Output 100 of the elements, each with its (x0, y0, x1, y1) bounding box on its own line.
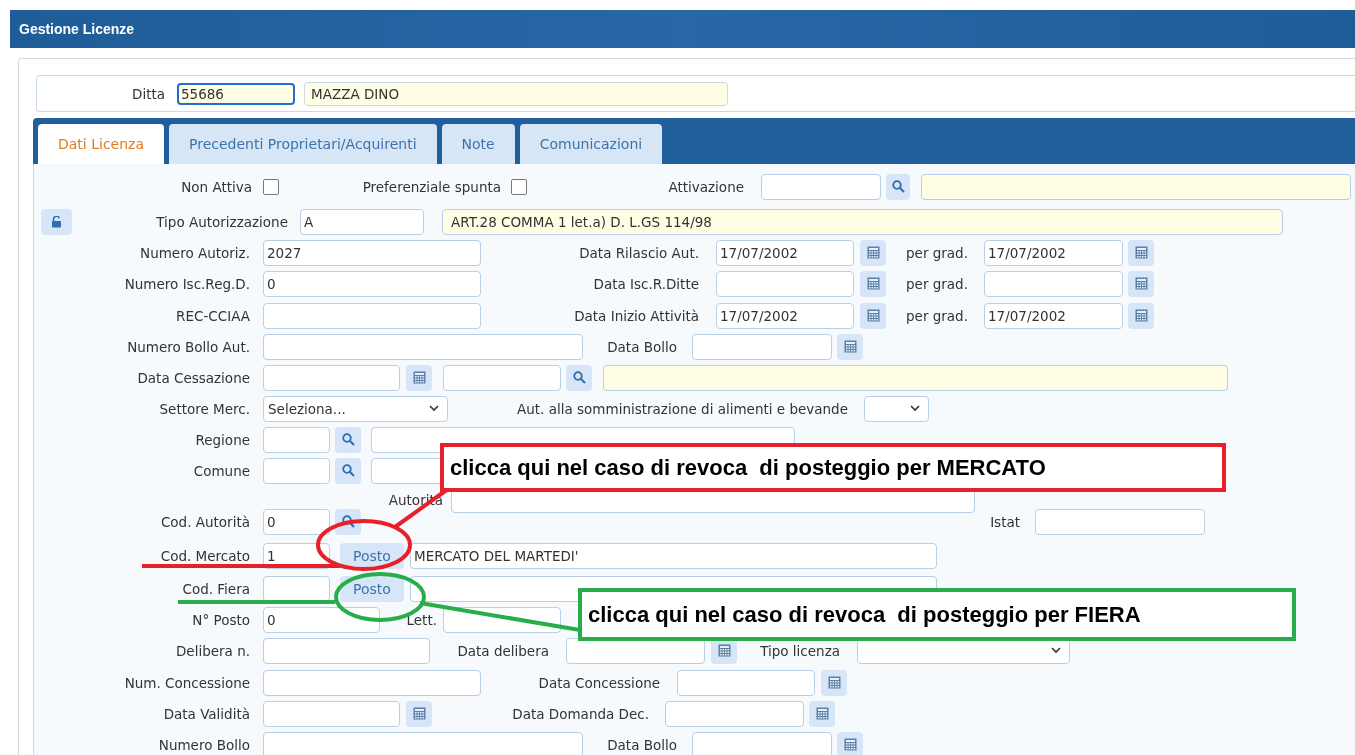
calendar-button[interactable] (406, 700, 432, 727)
field-label: Data Validità (162, 705, 250, 722)
calendar-icon (412, 371, 426, 384)
field-label: per grad. (905, 244, 968, 261)
text-field[interactable]: 17/07/2002 (984, 302, 1123, 329)
calendar-button[interactable] (1128, 302, 1154, 329)
calendar-icon (815, 707, 829, 720)
text-field[interactable] (263, 700, 400, 727)
text-field[interactable] (263, 575, 330, 602)
calendar-button[interactable] (809, 700, 835, 727)
field-label: Data Concessione (537, 674, 660, 691)
tab[interactable]: Comunicazioni (519, 124, 663, 164)
field-label: Cod. Mercato (159, 547, 250, 564)
calendar-button[interactable] (860, 302, 886, 329)
text-field[interactable] (263, 637, 430, 664)
calendar-button[interactable] (837, 731, 863, 755)
field-label: Data Domanda Dec. (511, 705, 649, 722)
field-label: Data Rilascio Aut. (578, 244, 699, 261)
field-label: Numero Bollo Aut. (126, 338, 250, 355)
field-label: Data Inizio Attività (573, 307, 699, 324)
search-button[interactable] (335, 457, 361, 484)
field-label: Tipo Autorizzazione (155, 213, 288, 230)
tab[interactable]: Precedenti Proprietari/Acquirenti (169, 124, 437, 164)
calendar-icon (843, 738, 857, 751)
search-icon (341, 433, 355, 446)
search-icon (572, 371, 586, 384)
text-field[interactable]: 17/07/2002 (716, 239, 854, 266)
lock-button[interactable] (41, 208, 72, 235)
field-label: Numero Autoriz. (139, 244, 250, 261)
window-title: Gestione Licenze (19, 21, 135, 37)
text-field[interactable] (665, 700, 804, 727)
lock-icon (51, 215, 62, 228)
text-field[interactable] (692, 731, 832, 755)
calendar-icon (843, 340, 857, 353)
text-field[interactable]: A (300, 208, 424, 235)
field-label: Delibera n. (174, 642, 250, 659)
field-label: Cod. Fiera (181, 580, 250, 597)
text-field[interactable]: 17/07/2002 (716, 302, 854, 329)
text-field[interactable]: 17/07/2002 (984, 239, 1123, 266)
text-field[interactable] (1035, 508, 1205, 535)
text-field[interactable]: 2027 (263, 239, 481, 266)
calendar-button[interactable] (1128, 239, 1154, 266)
search-icon (891, 180, 905, 193)
text-field[interactable]: MERCATO DEL MARTEDI' (410, 542, 937, 569)
field-label: Data Isc.R.Ditte (592, 275, 699, 292)
text-field[interactable] (263, 731, 583, 755)
company-code-field[interactable]: 55686 (177, 82, 295, 105)
search-button[interactable] (886, 173, 910, 200)
text-field[interactable] (692, 333, 832, 360)
text-field[interactable] (263, 302, 481, 329)
calendar-button[interactable] (860, 239, 886, 266)
text-field[interactable] (761, 173, 881, 200)
calendar-icon (1134, 309, 1148, 322)
field-label: Numero Isc.Reg.D. (123, 275, 250, 292)
field-label: Data Cessazione (136, 369, 250, 386)
field-label: REC-CCIAA (175, 307, 250, 324)
dropdown[interactable]: Seleziona... (263, 395, 448, 422)
field-label: Attivazione (667, 178, 744, 195)
text-field[interactable] (443, 364, 561, 391)
text-field[interactable] (263, 426, 330, 453)
text-field[interactable] (263, 669, 481, 696)
text-field[interactable] (263, 333, 583, 360)
text-field[interactable]: 0 (263, 508, 330, 535)
text-field[interactable]: 0 (263, 270, 481, 297)
field-label: per grad. (905, 275, 968, 292)
calendar-icon (717, 644, 731, 657)
text-field[interactable] (716, 270, 854, 297)
text-field[interactable] (677, 669, 815, 696)
calendar-icon (412, 707, 426, 720)
text-field[interactable] (263, 457, 330, 484)
chevron-down-icon (429, 405, 439, 412)
text-field[interactable] (984, 270, 1123, 297)
checkbox[interactable] (511, 178, 527, 195)
company-name-field: MAZZA DINO (304, 81, 728, 106)
text-field[interactable]: 0 (263, 606, 380, 633)
calendar-icon (866, 277, 880, 290)
search-button[interactable] (335, 426, 361, 453)
calendar-button[interactable] (860, 270, 886, 297)
calendar-icon (866, 309, 880, 322)
search-button[interactable] (566, 364, 592, 391)
annotation-tooltip: clicca qui nel caso di revoca di posteggio per FIERA (578, 588, 1296, 641)
field-label: Aut. alla somministrazione di alimenti e bevande (516, 400, 848, 417)
field-label: Numero Bollo (157, 736, 250, 753)
text-field[interactable] (263, 364, 400, 391)
posto-button[interactable]: Posto (340, 542, 404, 569)
field-label: Data Bollo (606, 338, 677, 355)
tab[interactable]: Note (441, 124, 515, 164)
calendar-button[interactable] (837, 333, 863, 360)
chevron-down-icon (910, 405, 920, 412)
field-label: Data Bollo (606, 736, 677, 753)
calendar-button[interactable] (406, 364, 432, 391)
calendar-button[interactable] (821, 669, 847, 696)
calendar-icon (827, 676, 841, 689)
calendar-button[interactable] (1128, 270, 1154, 297)
field-label: Num. Concessione (123, 674, 250, 691)
field-label: per grad. (905, 307, 968, 324)
calendar-icon (1134, 277, 1148, 290)
checkbox[interactable] (263, 178, 279, 195)
field-label: Tipo licenza (759, 642, 840, 659)
calendar-icon (866, 246, 880, 259)
